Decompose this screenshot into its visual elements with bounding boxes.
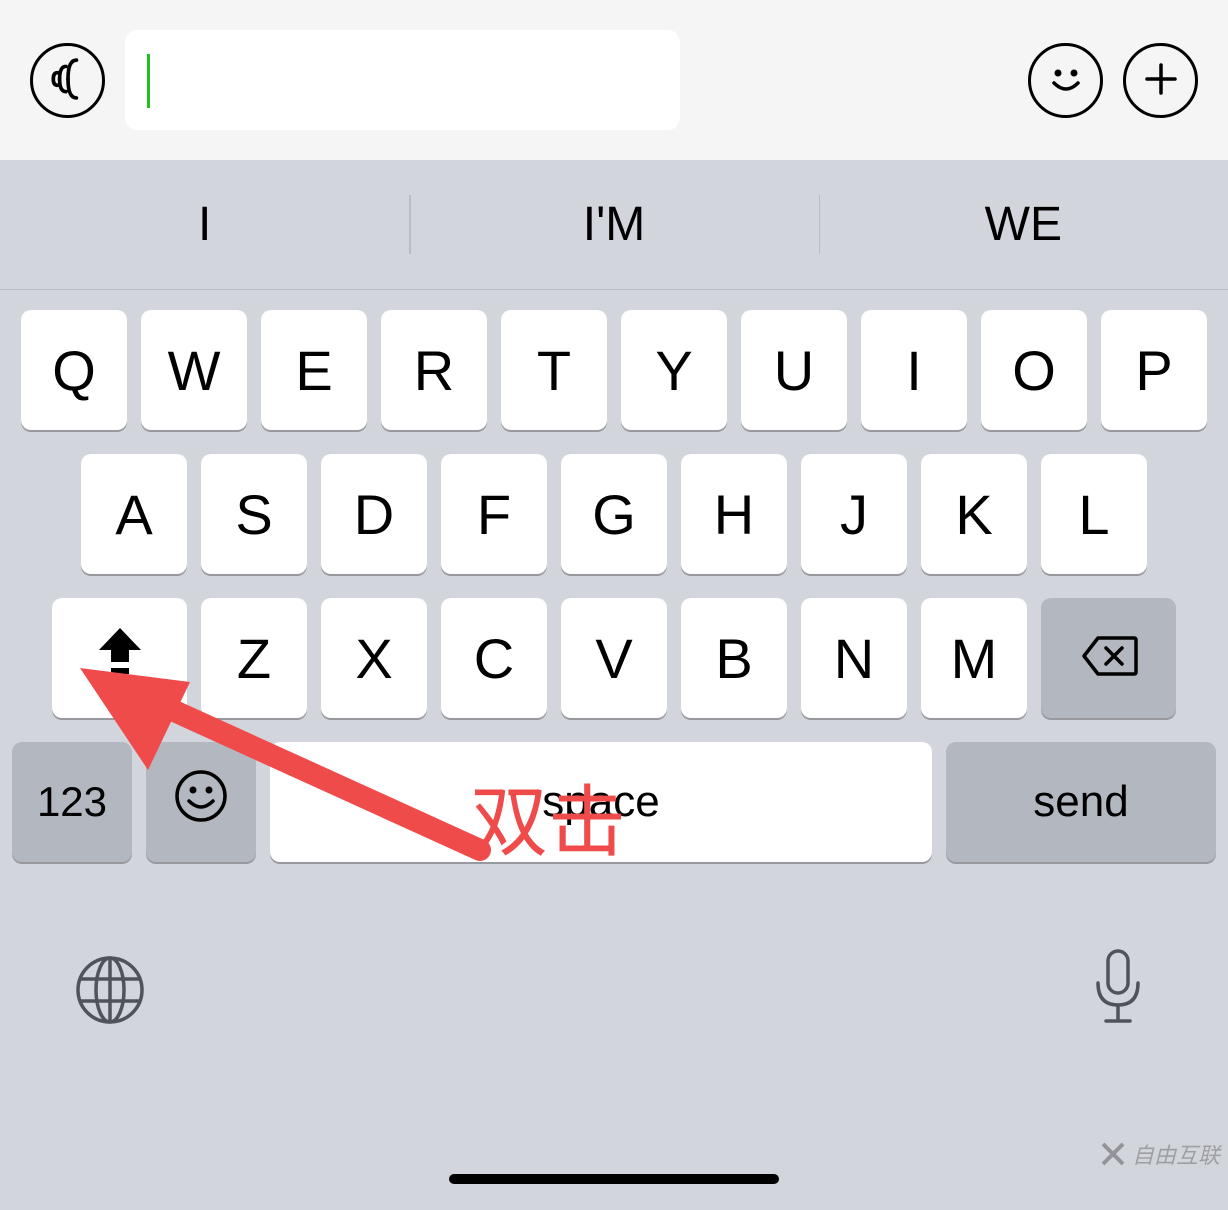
- watermark: 自由互联: [1100, 1138, 1220, 1170]
- key-j[interactable]: J: [801, 454, 907, 574]
- message-input[interactable]: [125, 30, 680, 130]
- key-row-1: Q W E R T Y U I O P: [10, 310, 1218, 430]
- key-v[interactable]: V: [561, 598, 667, 718]
- key-m[interactable]: M: [921, 598, 1027, 718]
- key-l[interactable]: L: [1041, 454, 1147, 574]
- key-n[interactable]: N: [801, 598, 907, 718]
- key-p[interactable]: P: [1101, 310, 1207, 430]
- key-a[interactable]: A: [81, 454, 187, 574]
- shift-caps-lock-icon: [95, 624, 145, 693]
- backspace-key[interactable]: [1041, 598, 1176, 718]
- suggestion-1[interactable]: I'M: [409, 165, 818, 284]
- key-u[interactable]: U: [741, 310, 847, 430]
- numeric-key[interactable]: 123: [12, 742, 132, 862]
- key-row-2: A S D F G H J K L: [10, 454, 1218, 574]
- message-input-wrapper: [125, 30, 1008, 130]
- suggestion-2[interactable]: WE: [819, 165, 1228, 284]
- key-e[interactable]: E: [261, 310, 367, 430]
- sound-wave-icon: [47, 58, 89, 103]
- key-t[interactable]: T: [501, 310, 607, 430]
- key-f[interactable]: F: [441, 454, 547, 574]
- key-row-3: Z X C V B N M: [10, 598, 1218, 718]
- keyboard-bottom-bar: [0, 912, 1228, 1072]
- key-z[interactable]: Z: [201, 598, 307, 718]
- message-input-bar: [0, 0, 1228, 160]
- key-o[interactable]: O: [981, 310, 1087, 430]
- key-d[interactable]: D: [321, 454, 427, 574]
- globe-icon: [73, 953, 147, 1032]
- send-key[interactable]: send: [946, 742, 1216, 862]
- key-b[interactable]: B: [681, 598, 787, 718]
- plus-icon: [1139, 57, 1183, 104]
- key-r[interactable]: R: [381, 310, 487, 430]
- suggestion-bar: I I'M WE: [0, 160, 1228, 290]
- watermark-text: 自由互联: [1132, 1138, 1220, 1170]
- key-c[interactable]: C: [441, 598, 547, 718]
- dictation-button[interactable]: [1073, 947, 1163, 1037]
- smile-icon: [173, 768, 229, 837]
- more-actions-button[interactable]: [1123, 43, 1198, 118]
- watermark-x-icon: [1100, 1141, 1126, 1167]
- home-indicator[interactable]: [449, 1174, 779, 1184]
- space-key[interactable]: space: [270, 742, 932, 862]
- key-rows: Q W E R T Y U I O P A S D F G H J K L: [0, 290, 1228, 862]
- shift-key[interactable]: [52, 598, 187, 718]
- emoji-key[interactable]: [146, 742, 256, 862]
- suggestion-0[interactable]: I: [0, 165, 409, 284]
- sticker-emoji-button[interactable]: [1028, 43, 1103, 118]
- key-k[interactable]: K: [921, 454, 1027, 574]
- key-x[interactable]: X: [321, 598, 427, 718]
- key-q[interactable]: Q: [21, 310, 127, 430]
- globe-keyboard-button[interactable]: [65, 947, 155, 1037]
- key-i[interactable]: I: [861, 310, 967, 430]
- backspace-icon: [1080, 626, 1138, 691]
- voice-mode-button[interactable]: [30, 43, 105, 118]
- microphone-icon: [1088, 947, 1148, 1038]
- key-h[interactable]: H: [681, 454, 787, 574]
- key-s[interactable]: S: [201, 454, 307, 574]
- key-row-4: 123 space send: [10, 742, 1218, 862]
- key-w[interactable]: W: [141, 310, 247, 430]
- key-y[interactable]: Y: [621, 310, 727, 430]
- smile-icon: [1042, 55, 1090, 106]
- keyboard: I I'M WE Q W E R T Y U I O P A S D F G H…: [0, 160, 1228, 1210]
- text-caret: [147, 54, 150, 108]
- key-g[interactable]: G: [561, 454, 667, 574]
